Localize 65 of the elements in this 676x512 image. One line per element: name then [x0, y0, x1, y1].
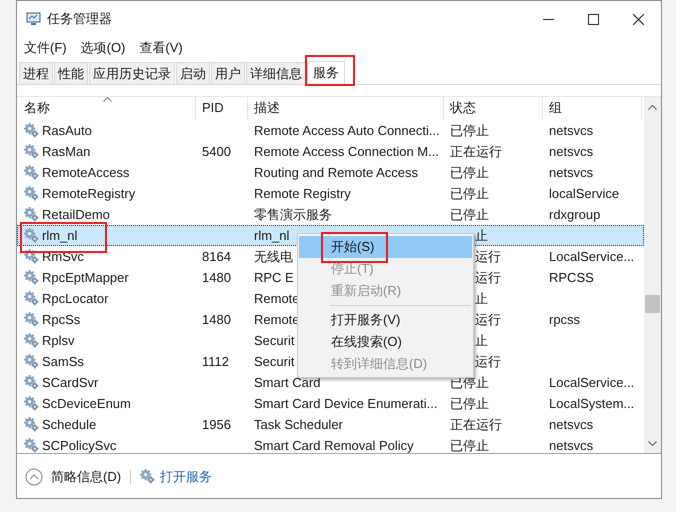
table-cell-text: RpcEptMapper — [42, 268, 129, 287]
table-cell-text: Smart Card Removal Policy — [254, 436, 414, 453]
table-cell-text: RasMan — [42, 142, 90, 161]
table-cell-text: SamSs — [42, 352, 84, 371]
table-cell-text: 运行 — [475, 268, 501, 287]
table-cell-text: 已停止 — [450, 122, 489, 140]
table-cell-text: rpcss — [549, 310, 580, 329]
table-cell-text: 1112 — [202, 352, 229, 371]
table-cell-text: rdxgroup — [549, 206, 600, 224]
table-cell-text: ScDeviceEnum — [42, 394, 131, 413]
table-cell-text: 已停止 — [450, 164, 489, 182]
table-cell-text: LocalService... — [549, 374, 634, 392]
table-cell-text: Remote Registry — [254, 184, 351, 203]
table-cell-text: 1480 — [202, 268, 231, 287]
table-cell-text: RemoteRegistry — [42, 184, 136, 203]
table-cell-text: 8164 — [202, 248, 231, 266]
table-cell-text: 止 — [475, 290, 488, 308]
table-cell-text: 5400 — [202, 142, 231, 161]
table-cell-text: 已停止 — [450, 184, 489, 203]
table-cell-text: Task Scheduler — [254, 416, 343, 434]
table-cell-text: 运行 — [475, 352, 501, 371]
table-cell-text: Remote — [254, 290, 300, 308]
table-cell-text: Smart Card — [254, 374, 320, 392]
table-cell-text: 零售演示服务 — [254, 206, 332, 224]
table-cell-text: 运行 — [475, 248, 501, 266]
table-cell-text: localService — [549, 184, 620, 203]
table-cell-text: SCardSvr — [42, 374, 98, 392]
table-cell-text: Remote Access Auto Connecti... — [254, 122, 440, 140]
table-cell-text: netsvcs — [549, 164, 594, 182]
table-cell-text: RpcLocator — [42, 290, 108, 308]
table-cell-text: RasAuto — [42, 122, 92, 140]
table-cell-text: RpcSs — [42, 310, 80, 329]
table-cell-text: rlm_nl — [254, 226, 290, 245]
table-cell-text: Remote Access Connection M... — [254, 142, 439, 161]
table-cell-text: LocalService... — [549, 248, 634, 266]
table-cell-text: Routing and Remote Access — [254, 164, 418, 182]
table-cell-text: netsvcs — [549, 122, 594, 140]
table-cell-text: 无线电 — [254, 248, 293, 266]
table-cell-text: 运行 — [475, 310, 501, 329]
table-cell-text: RetailDemo — [42, 206, 110, 224]
table-cell-text: 已停止 — [450, 436, 489, 453]
table-cell-text: LocalSystem... — [549, 394, 634, 413]
table-cell-text: netsvcs — [549, 142, 594, 161]
table-cell-text: Securit — [254, 332, 294, 350]
table-cell-text: 止 — [475, 332, 488, 350]
table-cell-text: Rplsv — [42, 332, 75, 350]
table-cell-text: Remote — [254, 310, 300, 329]
table-cell-text: 1956 — [202, 416, 231, 434]
table-cell-text: 1480 — [202, 310, 231, 329]
table-cell-text: 正在运行 — [450, 142, 502, 161]
table-cell-text: Smart Card Device Enumerati... — [254, 394, 438, 413]
table-cell-text: RPCSS — [549, 268, 594, 287]
table-cell-text: 已停止 — [450, 206, 489, 224]
table-cell-text: RPC E — [254, 268, 294, 287]
window-title: 任务管理器 — [47, 10, 112, 28]
table-cell-text: Securit — [254, 352, 294, 371]
table-cell-text: Schedule — [42, 416, 96, 434]
table-cell-text: netsvcs — [549, 436, 594, 453]
table-cell-text: 止 — [475, 226, 488, 245]
table-cell-text: rlm_nl — [42, 226, 78, 245]
table-cell-text: RemoteAccess — [42, 164, 130, 182]
table-cell-text: 已停止 — [450, 394, 489, 413]
table-cell-text: netsvcs — [549, 416, 594, 434]
table-cell-text: 正在运行 — [450, 416, 502, 434]
table-cell-text: SCPolicySvc — [42, 436, 116, 453]
